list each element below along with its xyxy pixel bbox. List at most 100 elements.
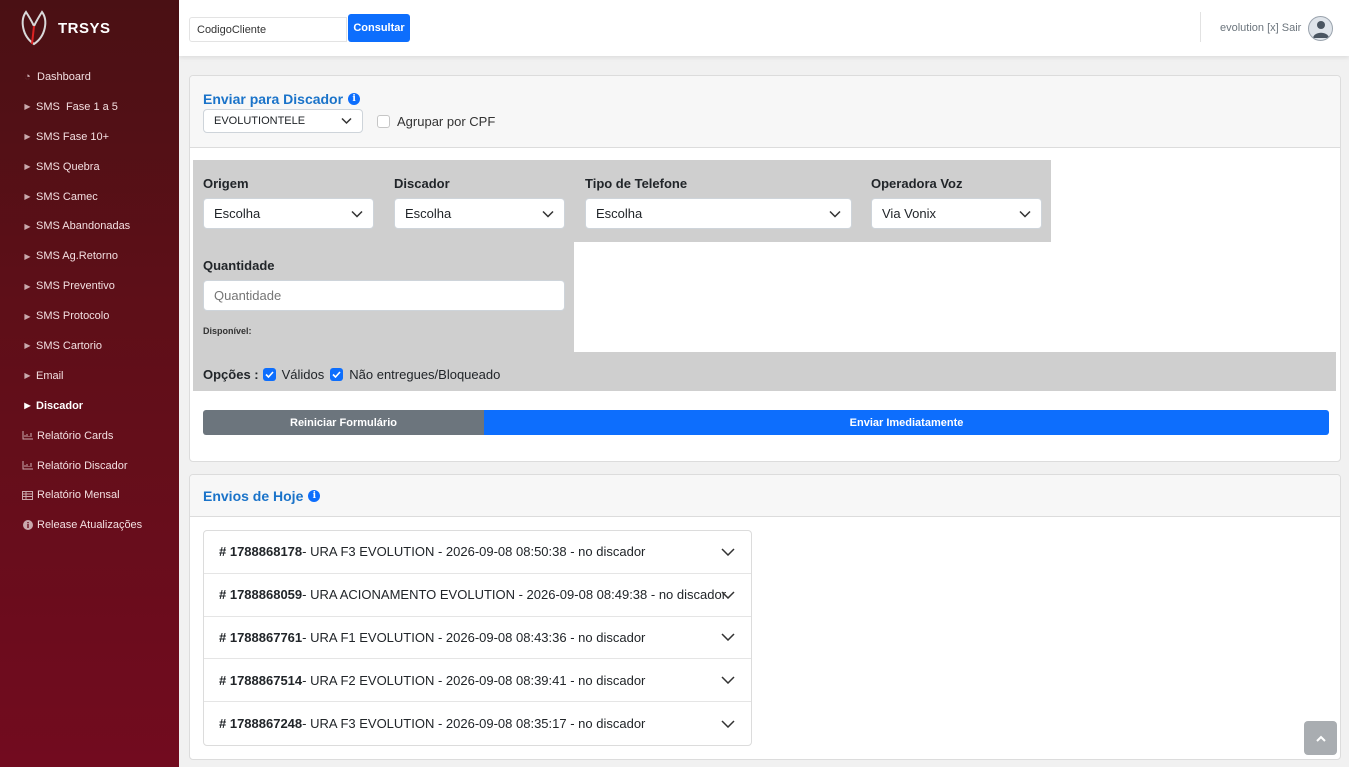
caret-right-icon: ▶ [24, 341, 31, 351]
send-card: Enviar para Discador i EVOLUTIONTELE Agr… [189, 75, 1341, 462]
caret-right-icon: ▶ [24, 102, 31, 112]
info-icon[interactable]: i [348, 93, 361, 105]
chevron-down-icon [721, 548, 735, 556]
sidebar-item-relatorio-mensal[interactable]: Relatório Mensal [0, 480, 179, 510]
sidebar-item-sms-protocolo[interactable]: ▶ SMS Protocolo [0, 301, 179, 331]
sidebar-item-label: Relatório Mensal [37, 489, 120, 502]
group-cpf-checkbox[interactable] [377, 115, 390, 128]
chevron-down-icon [721, 676, 735, 685]
origem-label: Origem [203, 176, 249, 191]
reset-form-button[interactable]: Reiniciar Formulário [203, 410, 484, 435]
sidebar-item-sms-preventivo[interactable]: ▶ SMS Preventivo [0, 271, 179, 301]
sidebar-item-label: SMS Fase 1 a 5 [36, 100, 118, 113]
sidebar-item-label: SMS Preventivo [36, 280, 115, 293]
user-area: evolution [x] Sair [1220, 14, 1334, 42]
chevron-up-icon [1315, 735, 1326, 742]
chevron-down-icon [721, 633, 735, 642]
dashboard-icon: ◔ [24, 70, 31, 83]
sidebar-item-dashboard[interactable]: ◔ Dashboard [0, 62, 179, 92]
brand[interactable]: TRSYS [20, 8, 111, 48]
send-now-button[interactable]: Enviar Imediatamente [484, 410, 1329, 435]
send-card-title-text: Enviar para Discador [203, 91, 344, 107]
caret-right-icon: ▶ [24, 311, 31, 321]
chevron-down-icon [829, 210, 841, 217]
chevron-down-icon [721, 591, 735, 599]
sidebar-nav: ◔ Dashboard ▶ SMS Fase 1 a 5 ▶ SMS Fase … [0, 62, 179, 540]
caret-right-icon: ▶ [24, 132, 31, 142]
chevron-down-icon [542, 210, 554, 217]
today-card: Envios de Hoje i # 1788868178- URA F3 EV… [189, 474, 1341, 760]
send-description: - URA ACIONAMENTO EVOLUTION - 2026-09-08… [302, 587, 727, 603]
client-code-input[interactable] [189, 17, 347, 42]
validos-checkbox[interactable] [262, 368, 276, 381]
logo-icon [21, 10, 47, 46]
chart-icon [22, 461, 33, 470]
origem-select[interactable]: Escolha [203, 198, 374, 229]
sidebar-item-label: Relatório Discador [37, 459, 128, 472]
chevron-down-icon [721, 720, 735, 728]
sidebar-item-relatorio-discador[interactable]: Relatório Discador [0, 451, 179, 481]
send-description: - URA F3 EVOLUTION - 2026-09-08 08:50:38… [302, 544, 646, 560]
sidebar-item-email[interactable]: ▶ Email [0, 361, 179, 391]
chart-icon [22, 431, 33, 440]
discador-select[interactable]: EVOLUTIONTELE [203, 109, 363, 133]
table-icon [22, 490, 33, 500]
list-item[interactable]: # 1788867761- URA F1 EVOLUTION - 2026-09… [204, 617, 751, 660]
sidebar-item-label: SMS Cartorio [36, 339, 103, 352]
disponivel-label: Disponível: [203, 326, 252, 336]
user-logout-link[interactable]: evolution [x] Sair [1220, 22, 1301, 34]
scroll-top-button[interactable] [1304, 721, 1337, 755]
consultar-button[interactable]: Consultar [348, 14, 410, 42]
send-id: # 1788867514 [219, 672, 303, 688]
group-cpf-option[interactable]: Agrupar por CPF [377, 114, 495, 129]
sidebar-item-label: SMS Camec [36, 190, 98, 203]
list-item[interactable]: # 1788867248- URA F3 EVOLUTION - 2026-09… [204, 702, 751, 745]
sidebar-item-sms-abandonadas[interactable]: ▶ SMS Abandonadas [0, 211, 179, 241]
sidebar-item-label: Dashboard [37, 70, 91, 83]
sends-accordion: # 1788868178- URA F3 EVOLUTION - 2026-09… [203, 530, 752, 746]
chevron-down-icon [341, 117, 352, 125]
sidebar-item-label: SMS Abandonadas [36, 220, 131, 233]
caret-right-icon: ▶ [24, 401, 31, 411]
origem-select-value: Escolha [214, 206, 261, 221]
caret-right-icon: ▶ [24, 192, 31, 201]
avatar[interactable] [1308, 15, 1334, 41]
list-item[interactable]: # 1788868059- URA ACIONAMENTO EVOLUTION … [204, 574, 751, 617]
info-icon[interactable]: i [308, 490, 321, 502]
sidebar-item-label: Release Atualizações [37, 519, 143, 532]
validos-label: Válidos [281, 367, 325, 382]
today-card-header: Envios de Hoje i [190, 475, 1340, 517]
sidebar-item-sms-cartorio[interactable]: ▶ SMS Cartorio [0, 331, 179, 361]
tipo-telefone-select-value: Escolha [596, 206, 643, 221]
nao-entregues-checkbox[interactable] [330, 368, 344, 381]
options-row: Opções : Válidos Não entregues/Bloqueado [203, 367, 500, 382]
sidebar-item-sms-fase-10[interactable]: ▶ SMS Fase 10+ [0, 122, 179, 152]
caret-right-icon: ▶ [24, 281, 31, 291]
caret-right-icon: ▶ [24, 371, 31, 381]
info-icon [22, 520, 33, 531]
group-cpf-label: Agrupar por CPF [397, 114, 496, 129]
send-description: - URA F1 EVOLUTION - 2026-09-08 08:43:36… [302, 629, 646, 645]
send-id: # 1788868059 [219, 587, 303, 603]
opcoes-label: Opções : [203, 367, 259, 382]
send-description: - URA F2 EVOLUTION - 2026-09-08 08:39:41… [302, 672, 646, 688]
sidebar: TRSYS ◔ Dashboard ▶ SMS Fase 1 a 5 ▶ SMS… [0, 0, 179, 767]
sidebar-item-sms-ag-retorno[interactable]: ▶ SMS Ag.Retorno [0, 241, 179, 271]
sidebar-item-label: Discador [36, 399, 84, 412]
sidebar-item-sms-fase-1-5[interactable]: ▶ SMS Fase 1 a 5 [0, 92, 179, 122]
sidebar-item-release[interactable]: Release Atualizações [0, 510, 179, 540]
discador-type-select[interactable]: Escolha [394, 198, 565, 229]
tipo-telefone-select[interactable]: Escolha [585, 198, 852, 229]
today-card-title: Envios de Hoje i [203, 488, 321, 504]
sidebar-item-discador[interactable]: ▶ Discador [0, 391, 179, 421]
sidebar-item-sms-quebra[interactable]: ▶ SMS Quebra [0, 152, 179, 182]
operadora-voz-select-value: Via Vonix [882, 206, 936, 221]
today-card-title-text: Envios de Hoje [203, 488, 304, 504]
list-item[interactable]: # 1788868178- URA F3 EVOLUTION - 2026-09… [204, 531, 751, 574]
sidebar-item-relatorio-cards[interactable]: Relatório Cards [0, 421, 179, 451]
list-item[interactable]: # 1788867514- URA F2 EVOLUTION - 2026-09… [204, 659, 751, 703]
quantidade-input[interactable] [203, 280, 565, 311]
operadora-voz-select[interactable]: Via Vonix [871, 198, 1042, 229]
sidebar-item-sms-camec[interactable]: ▶ SMS Camec [0, 182, 179, 212]
topbar-divider [1200, 12, 1201, 42]
